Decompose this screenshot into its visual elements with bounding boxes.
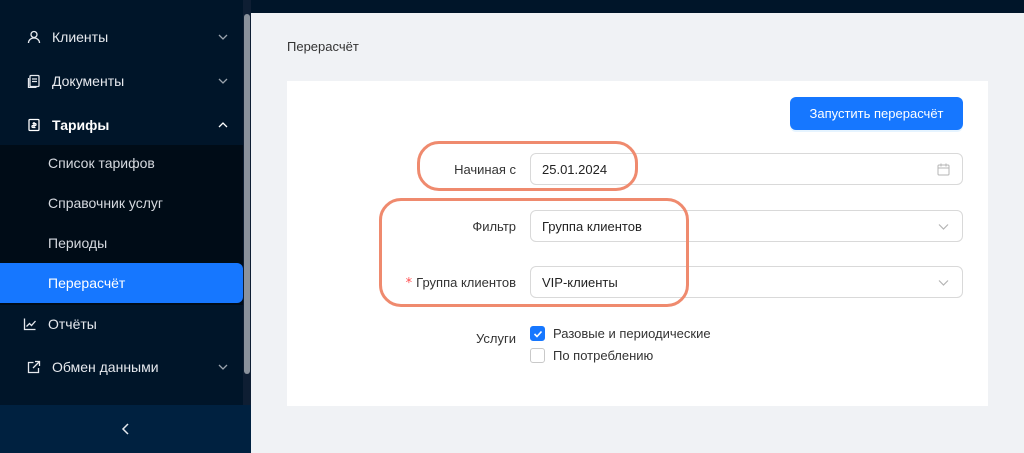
service-checkbox-label: По потреблению: [553, 348, 654, 363]
filter-select[interactable]: Группа клиентов: [530, 210, 963, 242]
chevron-down-icon: [938, 280, 949, 286]
calendar-icon: [937, 163, 950, 176]
service-checkbox-label: Разовые и периодические: [553, 326, 711, 341]
sidebar-item-tariffs[interactable]: Тарифы: [0, 105, 243, 145]
page-title: Перерасчёт: [287, 39, 359, 54]
sidebar-subitem-label: Перерасчёт: [48, 275, 126, 291]
chevron-down-icon: [938, 224, 949, 230]
chart-icon: [22, 316, 38, 332]
sidebar-item-label: Обмен данными: [52, 359, 159, 375]
start-date-value: 25.01.2024: [542, 161, 608, 177]
chevron-left-icon: [121, 423, 129, 435]
chevron-down-icon: [218, 78, 228, 84]
checkbox-empty-icon[interactable]: [530, 348, 545, 363]
filter-select-value: Группа клиентов: [542, 218, 642, 234]
client-group-label: * Группа клиентов: [316, 275, 516, 291]
services-label: Услуги: [476, 331, 516, 346]
sidebar-item-label: Тарифы: [52, 117, 110, 133]
filter-label: Фильтр: [472, 219, 516, 234]
sidebar-subitem-label: Список тарифов: [48, 155, 155, 171]
sidebar-subitem-label: Справочник услуг: [48, 195, 164, 211]
user-icon: [26, 29, 42, 45]
sidebar-item-clients[interactable]: Клиенты: [0, 17, 243, 57]
service-checkbox-consumption[interactable]: По потреблению: [530, 348, 653, 363]
sidebar-item-reports[interactable]: Отчёты: [0, 304, 243, 344]
sidebar-subitem-periods[interactable]: Периоды: [0, 223, 243, 263]
sidebar-subitem-recalculation[interactable]: Перерасчёт: [0, 263, 243, 303]
client-group-label-text: Группа клиентов: [416, 275, 516, 290]
service-checkbox-periodic[interactable]: Разовые и периодические: [530, 326, 711, 341]
chevron-down-icon: [218, 34, 228, 40]
documents-icon: [26, 73, 42, 89]
start-date-picker[interactable]: 25.01.2024: [530, 153, 963, 185]
header-bar: [251, 0, 1024, 13]
sidebar-item-documents[interactable]: Документы: [0, 61, 243, 101]
tariff-icon: [26, 117, 42, 133]
sidebar-subitem-services-catalog[interactable]: Справочник услуг: [0, 183, 243, 223]
chevron-up-icon: [218, 122, 228, 128]
client-group-select-value: VIP-клиенты: [542, 274, 618, 290]
chevron-down-icon: [218, 364, 228, 370]
sidebar-collapse-button[interactable]: [0, 405, 251, 453]
sidebar: Клиенты Документы Тарифы Список тарифов …: [0, 0, 251, 453]
sidebar-item-label: Документы: [52, 73, 125, 89]
sidebar-scrollbar-thumb[interactable]: [244, 14, 250, 374]
sidebar-item-data-exchange[interactable]: Обмен данными: [0, 347, 243, 387]
app-window: Клиенты Документы Тарифы Список тарифов …: [0, 0, 1024, 453]
sidebar-menu: Клиенты Документы Тарифы Список тарифов …: [0, 0, 243, 405]
sidebar-subitem-tariff-list[interactable]: Список тарифов: [0, 143, 243, 183]
sidebar-item-label: Отчёты: [48, 316, 97, 332]
checkbox-checked-icon[interactable]: [530, 326, 545, 341]
run-recalculation-button[interactable]: Запустить перерасчёт: [790, 97, 963, 130]
sidebar-subitem-label: Периоды: [48, 235, 108, 251]
client-group-select[interactable]: VIP-клиенты: [530, 266, 963, 298]
sidebar-item-label: Клиенты: [52, 29, 109, 45]
required-mark: *: [405, 276, 413, 291]
data-exchange-icon: [26, 359, 42, 375]
start-date-label: Начиная с: [454, 162, 516, 177]
